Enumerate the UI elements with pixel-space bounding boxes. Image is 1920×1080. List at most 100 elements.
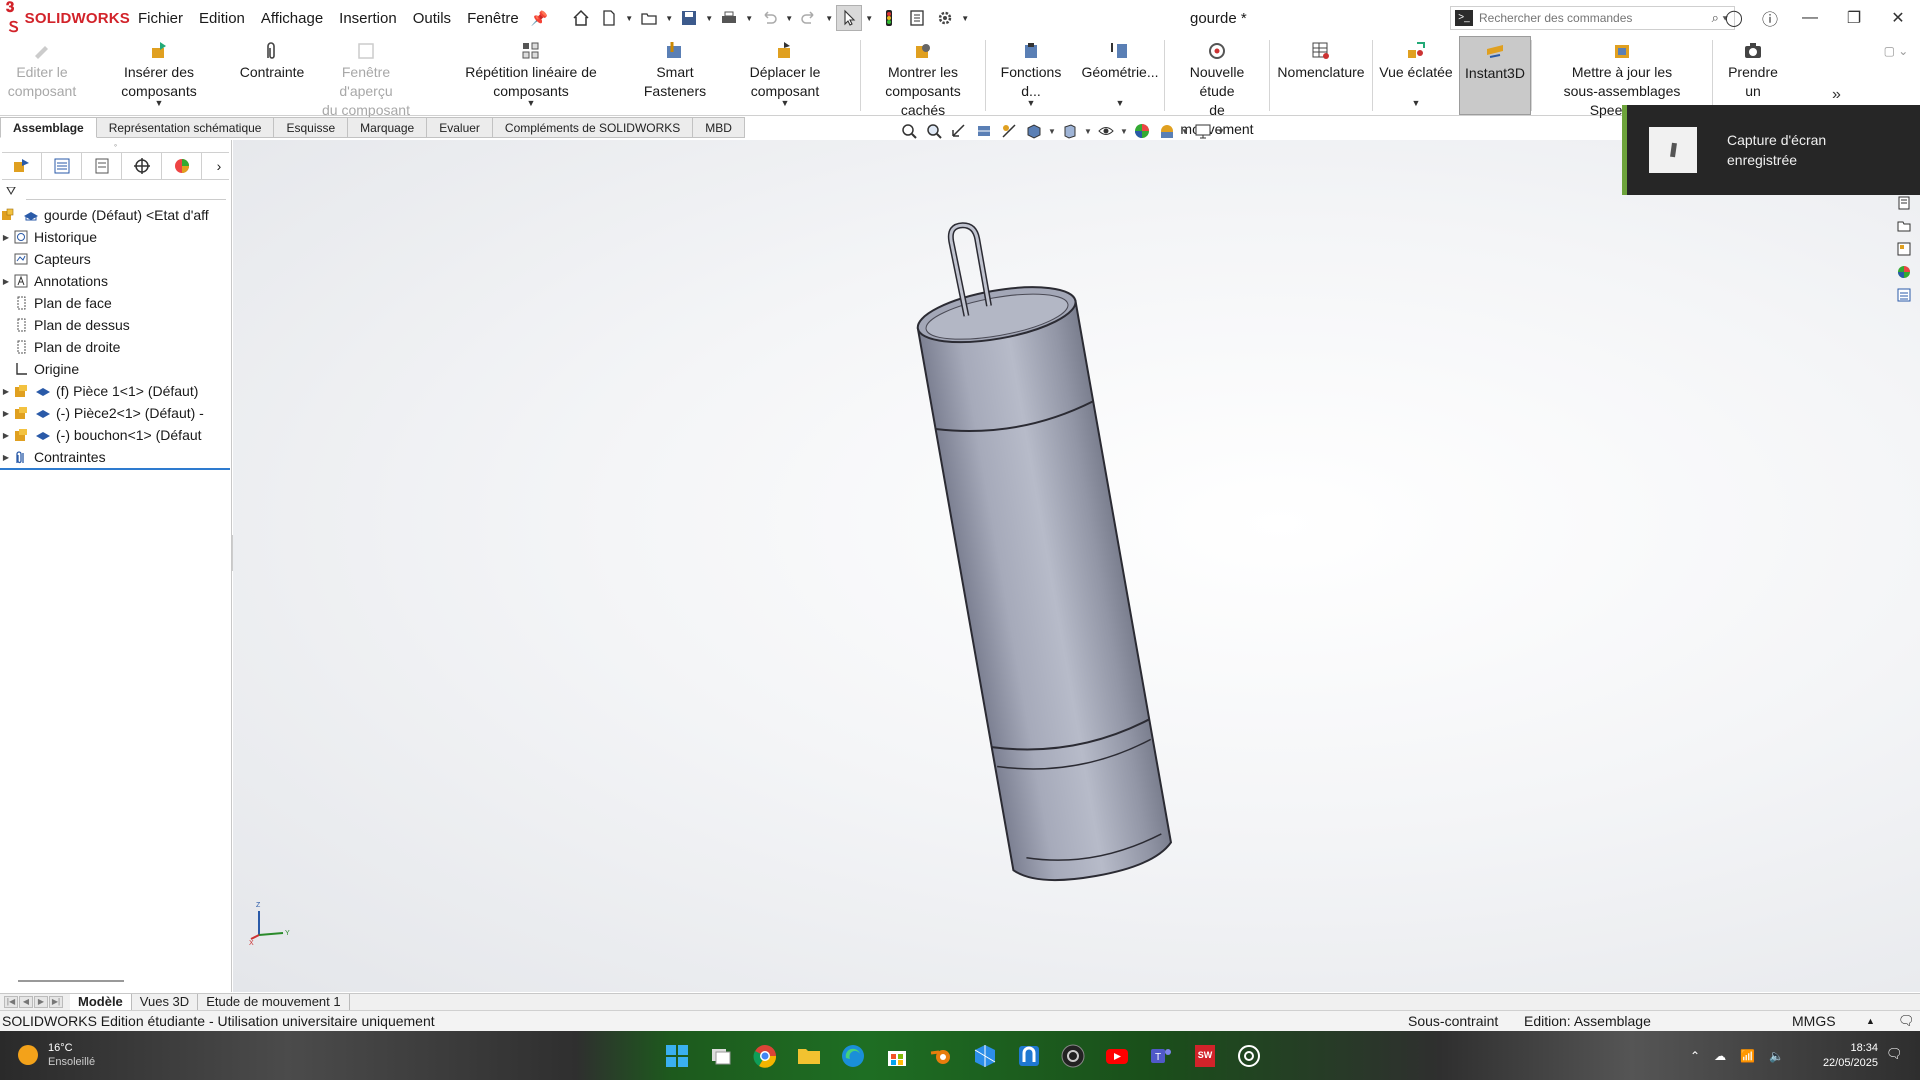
tree-item-annotations[interactable]: ▶ Annotations [0,270,230,292]
teams-icon[interactable]: T [1144,1039,1177,1072]
edit-appearance-icon[interactable] [1131,121,1153,141]
ribbon-more-chevron-icon[interactable]: » [1832,86,1841,104]
file-properties-icon[interactable] [904,5,930,31]
tree-root-assembly[interactable]: gourde (Défaut) <Etat d'aff [0,204,230,226]
units-dropdown-icon[interactable]: ▲ [1866,1011,1875,1031]
appearances-icon[interactable] [1893,260,1915,283]
blender-icon[interactable] [924,1039,957,1072]
tab-representation-schematique[interactable]: Représentation schématique [96,117,275,138]
close-button[interactable]: ✕ [1876,0,1920,36]
expand-arrow-icon[interactable]: ▶ [0,277,12,286]
menu-insertion[interactable]: Insertion [331,10,405,27]
tab-mbd[interactable]: MBD [693,117,745,138]
edit-component-button[interactable]: Editer le composant [0,36,84,115]
custom-properties-icon[interactable] [1893,283,1915,306]
taskbar-clock[interactable]: 18:34 22/05/2025 [1812,1041,1878,1071]
options-gear-icon[interactable] [932,5,958,31]
expand-arrow-icon[interactable]: ▶ [0,409,12,418]
tab-modele[interactable]: Modèle [70,994,132,1010]
tree-item-historique[interactable]: ▶ Historique [0,226,230,248]
print-dropdown-icon[interactable]: ▼ [744,14,754,23]
panel-grip-icon[interactable]: ◦ [0,140,231,152]
view-orientation-dropdown-icon[interactable]: ▼ [1048,127,1056,136]
tree-item-capteurs[interactable]: Capteurs [0,248,230,270]
file-explorer-icon[interactable] [1893,214,1915,237]
exploded-view-dropdown-icon[interactable]: ▼ [1412,94,1421,113]
view-orientation-icon[interactable] [1023,121,1045,141]
tree-item-piece2[interactable]: ▶ (-) Pièce2<1> (Défaut) - [0,402,230,424]
menu-outils[interactable]: Outils [405,10,459,27]
redo-icon[interactable] [796,5,822,31]
expand-arrow-icon[interactable]: ▶ [0,387,12,396]
next-tab-arrow-icon[interactable]: ▶ [34,996,48,1008]
onedrive-cloud-icon[interactable]: ☁ [1714,1049,1726,1063]
edge-browser-icon[interactable] [836,1039,869,1072]
3d-viewer-icon[interactable] [968,1039,1001,1072]
move-component-dropdown-icon[interactable]: ▼ [781,94,790,113]
display-style-icon[interactable] [1059,121,1081,141]
open-folder-icon[interactable] [636,5,662,31]
tab-esquisse[interactable]: Esquisse [274,117,349,138]
select-cursor-icon[interactable] [836,5,863,31]
dynamic-annotation-icon[interactable] [998,121,1020,141]
graphics-area[interactable]: Z Y X [233,140,1920,992]
gourde-3d-model[interactable] [233,140,1920,992]
apply-scene-icon[interactable] [1156,121,1178,141]
onshape-icon[interactable] [1012,1039,1045,1072]
rebuild-traffic-light-icon[interactable] [876,5,902,31]
bill-of-materials-button[interactable]: Nomenclature [1270,36,1372,115]
move-component-button[interactable]: Déplacer le composant ▼ [710,36,860,115]
options-dropdown-icon[interactable]: ▼ [960,14,970,23]
configuration-manager-tab-icon[interactable] [82,153,122,179]
tab-complements[interactable]: Compléments de SOLIDWORKS [492,117,694,138]
tree-item-plan-de-dessus[interactable]: Plan de dessus [0,314,230,336]
taskpane-collapse-icon[interactable]: ▢ ⌄ [1872,40,1920,62]
units-selector[interactable]: MMGS [1792,1011,1836,1031]
featuremanager-tree-tab-icon[interactable] [2,153,42,179]
assembly-features-button[interactable]: Fonctions d... ▼ [986,36,1076,115]
section-view-icon[interactable] [973,121,995,141]
microsoft-store-icon[interactable] [880,1039,913,1072]
select-dropdown-icon[interactable]: ▼ [864,14,874,23]
weather-widget[interactable]: 16°C Ensoleillé [18,1041,95,1069]
tab-vues-3d[interactable]: Vues 3D [132,994,199,1010]
tree-item-plan-de-droite[interactable]: Plan de droite [0,336,230,358]
home-icon[interactable] [568,5,594,31]
display-style-dropdown-icon[interactable]: ▼ [1084,127,1092,136]
new-motion-study-button[interactable]: Nouvelle étude de mouvement [1165,36,1269,137]
apply-scene-dropdown-icon[interactable]: ▼ [1181,127,1189,136]
user-account-icon[interactable]: ◯ [1716,0,1752,36]
linear-pattern-button[interactable]: Répétition linéaire de composants ▼ [422,36,640,115]
open-dropdown-icon[interactable]: ▼ [664,14,674,23]
view-settings-dropdown-icon[interactable]: ▼ [1217,127,1225,136]
tree-item-plan-de-face[interactable]: Plan de face [0,292,230,314]
mate-button[interactable]: Contrainte [234,36,310,115]
screenshot-saved-notification[interactable]: Capture d'écran enregistrée [1622,105,1920,195]
wifi-icon[interactable]: 📶 [1740,1049,1755,1063]
expand-arrow-icon[interactable]: ▶ [0,431,12,440]
more-tabs-chevron-icon[interactable]: › [209,153,229,179]
expand-arrow-icon[interactable]: ▶ [0,453,12,462]
reference-geometry-button[interactable]: Géométrie... ▼ [1076,36,1164,115]
instant3d-button[interactable]: Instant3D [1459,36,1531,115]
menu-edition[interactable]: Edition [191,10,253,27]
zoom-to-fit-icon[interactable] [898,121,920,141]
tab-evaluer[interactable]: Evaluer [427,117,493,138]
menu-fichier[interactable]: Fichier [130,10,191,27]
features-dropdown-icon[interactable]: ▼ [1027,94,1036,113]
property-manager-tab-icon[interactable] [42,153,82,179]
view-palette-icon[interactable] [1893,237,1915,260]
undo-icon[interactable] [756,5,782,31]
display-manager-tab-icon[interactable] [162,153,202,179]
youtube-icon[interactable] [1100,1039,1133,1072]
show-hidden-icons-chevron-icon[interactable]: ⌃ [1690,1049,1700,1063]
update-speedpak-button[interactable]: Mettre à jour les sous-assemblages Speed… [1532,36,1712,118]
command-search-box[interactable]: >_ ⌕ ▾ [1450,6,1735,30]
hide-show-items-icon[interactable] [1095,121,1117,141]
tree-item-origine[interactable]: Origine [0,358,230,380]
minimize-button[interactable]: — [1788,0,1832,36]
dimxpert-tab-icon[interactable] [122,153,162,179]
new-document-dropdown-icon[interactable]: ▼ [624,14,634,23]
tab-etude-de-mouvement[interactable]: Etude de mouvement 1 [198,994,350,1010]
linear-pattern-dropdown-icon[interactable]: ▼ [527,94,536,113]
